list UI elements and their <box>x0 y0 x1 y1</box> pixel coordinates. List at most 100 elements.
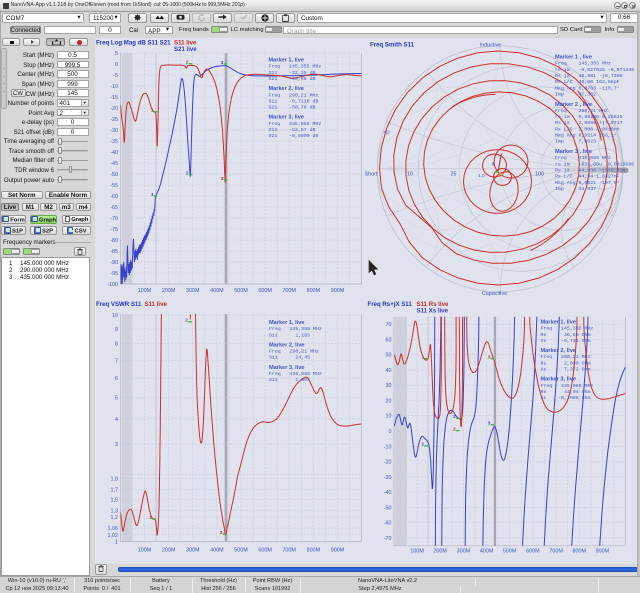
svg-text:500M: 500M <box>234 547 248 553</box>
svg-text:Rs L/C 46,90 162,68pF: Rs L/C 46,90 162,68pF <box>555 79 620 85</box>
svg-text:3: 3 <box>487 420 490 426</box>
svg-text:3: 3 <box>219 529 222 535</box>
svg-text:60: 60 <box>385 337 391 343</box>
svg-text:Freq 290,21 MHz: Freq 290,21 MHz <box>555 107 608 113</box>
svg-text:Marker 3, live: Marker 3, live <box>269 364 304 370</box>
svg-text:Short: Short <box>364 171 377 177</box>
svg-text:Marker 3 , live: Marker 3 , live <box>555 149 592 155</box>
svg-text:0: 0 <box>388 429 391 435</box>
svg-text:-95: -95 <box>110 271 118 277</box>
svg-text:600M: 600M <box>258 547 272 553</box>
svg-text:30: 30 <box>385 383 391 389</box>
svg-text:2: 2 <box>185 317 188 323</box>
svg-text:Marker 2, live: Marker 2, live <box>269 342 304 348</box>
svg-text:-30: -30 <box>110 128 118 134</box>
svg-text:1,5: 1,5 <box>110 497 118 503</box>
svg-text:5: 5 <box>115 51 118 57</box>
svg-text:Marker 2, live: Marker 2, live <box>540 348 575 354</box>
svg-text:S11 -0,7110 dB: S11 -0,7110 dB <box>268 98 318 104</box>
svg-text:Rs 44,94 Ohm: Rs 44,94 Ohm <box>540 389 590 395</box>
svg-text:1: 1 <box>150 107 153 113</box>
svg-text:Imp 7,0623: Imp 7,0623 <box>555 138 596 144</box>
svg-text:200M: 200M <box>161 547 175 553</box>
svg-text:Freq VSWR S11: Freq VSWR S11 <box>96 301 142 308</box>
svg-text:Marker 1, live: Marker 1, live <box>269 320 304 326</box>
svg-text:25: 25 <box>450 171 456 177</box>
svg-text:800M: 800M <box>306 288 320 294</box>
svg-text:Rs 2,090 Ohm: Rs 2,090 Ohm <box>540 360 590 366</box>
svg-text:3: 3 <box>220 59 223 65</box>
svg-text:Freq 145,355 MHz: Freq 145,355 MHz <box>269 326 322 332</box>
svg-text:100M: 100M <box>137 547 151 553</box>
svg-text:Mag Ang 0,0021 -107,5°: Mag Ang 0,0021 -107,5° <box>555 179 620 185</box>
svg-text:-100: -100 <box>107 282 118 288</box>
svg-text:-10: -10 <box>383 444 391 450</box>
svg-text:Marker 2 , live: Marker 2 , live <box>555 101 592 107</box>
svg-text:Marker 3, live: Marker 3, live <box>540 376 575 382</box>
svg-text:3: 3 <box>492 161 495 167</box>
svg-text:Freq 145,355 MHz: Freq 145,355 MHz <box>540 325 593 331</box>
svg-text:S21 -0,8000 dB: S21 -0,8000 dB <box>268 133 318 139</box>
svg-text:1: 1 <box>421 354 424 360</box>
svg-text:Xs -6,731 Ohm: Xs -6,731 Ohm <box>540 337 590 343</box>
svg-text:50: 50 <box>385 352 391 358</box>
svg-text:Freq Smith S11: Freq Smith S11 <box>370 41 415 48</box>
svg-text:3: 3 <box>487 354 490 360</box>
svg-text:-70: -70 <box>110 216 118 222</box>
svg-text:-15: -15 <box>110 95 118 101</box>
svg-text:1,02: 1,02 <box>107 532 118 538</box>
svg-text:Marker 2, live: Marker 2, live <box>268 86 303 92</box>
svg-text:S21 live: S21 live <box>174 46 197 53</box>
svg-text:400M: 400M <box>479 548 493 554</box>
svg-text:Freq Log Mag dB S11 S21: Freq Log Mag dB S11 S21 <box>96 39 171 46</box>
svg-text:1: 1 <box>421 441 424 447</box>
svg-text:200M: 200M <box>433 548 447 554</box>
svg-text:Mag Ang 0,0763 -110,7°: Mag Ang 0,0763 -110,7° <box>555 85 620 91</box>
svg-text:-90: -90 <box>110 260 118 266</box>
svg-text:2: 2 <box>453 426 456 432</box>
svg-text:Rs jX 46,901 -j6,7306: Rs jX 46,901 -j6,7306 <box>555 73 623 79</box>
svg-text:Marker 1, live: Marker 1, live <box>540 319 575 325</box>
svg-text:600M: 600M <box>526 548 540 554</box>
svg-text:Rs jX 44,936 -j199,61m: Rs jX 44,936 -j199,61m <box>555 167 626 173</box>
svg-text:Rs jX 2,0899 +j7,3717: Rs jX 2,0899 +j7,3717 <box>555 120 623 126</box>
svg-text:-40: -40 <box>110 150 118 156</box>
svg-text:9: 9 <box>115 327 118 333</box>
svg-text:Xs -0,1996 Ohm: Xs -0,1996 Ohm <box>540 395 590 401</box>
svg-text:re im 0,88206 0,26635: re im 0,88206 0,26635 <box>555 114 623 120</box>
svg-text:-35: -35 <box>110 139 118 145</box>
svg-text:-50: -50 <box>110 172 118 178</box>
svg-text:Marker 3, live: Marker 3, live <box>268 114 303 120</box>
svg-text:-70: -70 <box>383 535 391 541</box>
svg-text:1: 1 <box>115 539 118 545</box>
svg-text:Freq 290,21 MHz: Freq 290,21 MHz <box>269 348 319 354</box>
svg-text:5: 5 <box>115 395 118 401</box>
svg-text:S21 -60,68 dB: S21 -60,68 dB <box>268 76 315 82</box>
svg-text:Freq 290,21 MHz: Freq 290,21 MHz <box>268 92 318 98</box>
svg-text:1,2: 1,2 <box>110 515 118 521</box>
svg-text:1: 1 <box>149 514 152 520</box>
svg-text:+j2: +j2 <box>383 129 390 134</box>
svg-text:Inductive: Inductive <box>479 42 501 48</box>
svg-text:700M: 700M <box>282 288 296 294</box>
svg-text:-75: -75 <box>110 227 118 233</box>
svg-text:Freq 435,065 MHz: Freq 435,065 MHz <box>540 382 593 388</box>
svg-text:-30: -30 <box>383 474 391 480</box>
svg-text:1,7: 1,7 <box>110 487 118 493</box>
svg-text:10: 10 <box>112 313 118 319</box>
svg-text:Capacitive: Capacitive <box>481 291 506 297</box>
svg-text:3: 3 <box>220 176 223 182</box>
svg-text:300M: 300M <box>186 547 200 553</box>
svg-text:10: 10 <box>385 413 391 419</box>
svg-text:Rs L/C 2,090 4,0410nH: Rs L/C 2,090 4,0410nH <box>555 126 620 132</box>
svg-text:-60: -60 <box>383 520 391 526</box>
svg-text:300M: 300M <box>456 548 470 554</box>
svg-text:-5: -5 <box>113 73 118 79</box>
svg-text:-60: -60 <box>110 194 118 200</box>
svg-text:-40: -40 <box>383 490 391 496</box>
svg-text:-20: -20 <box>383 459 391 465</box>
svg-text:Freq 145,355 MHz: Freq 145,355 MHz <box>268 63 321 69</box>
svg-text:7: 7 <box>115 358 118 364</box>
svg-text:S11 -22,35 dB: S11 -22,35 dB <box>268 69 315 75</box>
svg-text:500M: 500M <box>234 288 248 294</box>
